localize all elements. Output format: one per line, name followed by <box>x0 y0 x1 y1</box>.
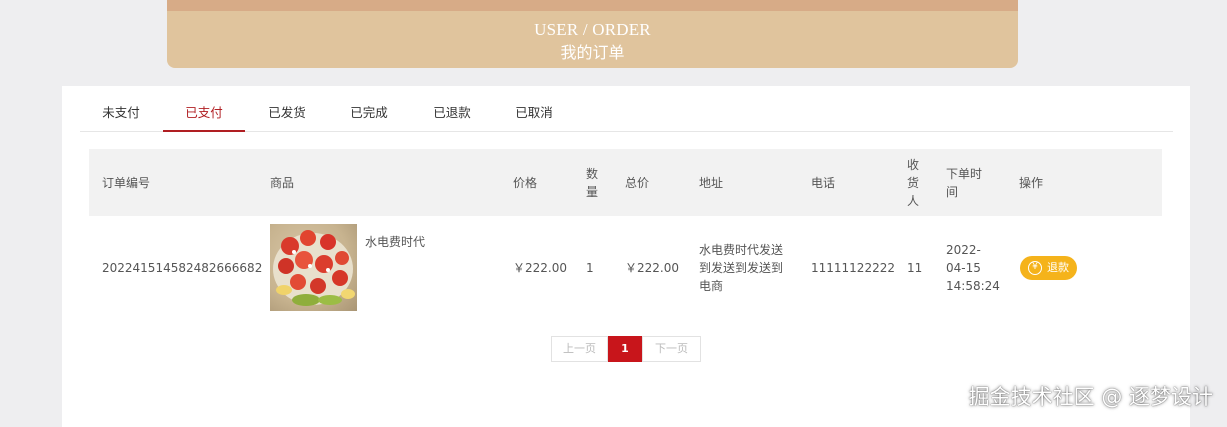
page-banner: USER / ORDER 我的订单 <box>167 0 1018 68</box>
row-total: ￥222.00 <box>625 261 679 275</box>
row-address: 水电费时代发送到发送到发送到电商 <box>699 243 784 293</box>
prev-page-button[interactable]: 上一页 <box>551 336 608 362</box>
page-1-button[interactable]: 1 <box>608 336 642 362</box>
refund-button-label: 退款 <box>1047 261 1069 274</box>
tab-paid[interactable]: 已支付 <box>163 96 245 132</box>
header-order-no: 订单编号 <box>102 176 151 190</box>
row-order-time: 2022-04-15 14:58:24 <box>946 243 1000 293</box>
header-qty: 数量 <box>586 167 599 199</box>
tab-unpaid[interactable]: 未支付 <box>80 96 162 132</box>
yen-icon: ¥ <box>1028 261 1042 275</box>
watermark: 掘金技术社区 @ 逐梦设计 <box>968 385 1213 409</box>
tab-shipped[interactable]: 已发货 <box>246 96 328 132</box>
tab-cancelled[interactable]: 已取消 <box>493 96 575 132</box>
banner-title-cn: 我的订单 <box>560 43 625 62</box>
header-address: 地址 <box>699 176 724 190</box>
header-order-time: 下单时间 <box>946 167 983 199</box>
header-phone: 电话 <box>811 176 836 190</box>
orders-panel: 未支付 已支付 已发货 已完成 已退款 已取消 订单编号 商品 价格 数量 总价… <box>62 86 1190 427</box>
row-receiver: 11 <box>907 261 923 275</box>
order-status-tabs: 未支付 已支付 已发货 已完成 已退款 已取消 <box>80 96 1173 132</box>
tab-completed[interactable]: 已完成 <box>328 96 410 132</box>
header-action: 操作 <box>1019 176 1044 190</box>
row-phone: 11111122222 <box>811 261 895 275</box>
header-price: 价格 <box>513 176 538 190</box>
row-qty: 1 <box>586 261 594 275</box>
row-price: ￥222.00 <box>513 261 567 275</box>
header-product: 商品 <box>270 176 295 190</box>
row-product-name[interactable]: 水电费时代 <box>365 233 425 251</box>
header-total: 总价 <box>625 176 650 190</box>
header-receiver: 收货人 <box>907 158 920 208</box>
tab-refunded[interactable]: 已退款 <box>411 96 493 132</box>
product-thumbnail[interactable] <box>270 224 357 311</box>
banner-title-en: USER / ORDER <box>534 20 651 39</box>
next-page-button[interactable]: 下一页 <box>642 336 701 362</box>
refund-button[interactable]: ¥ 退款 <box>1020 256 1077 280</box>
fruit-plate-image <box>273 230 355 306</box>
row-order-no: 20224151458248266668​2 <box>102 261 263 275</box>
banner-strip <box>167 0 1018 11</box>
